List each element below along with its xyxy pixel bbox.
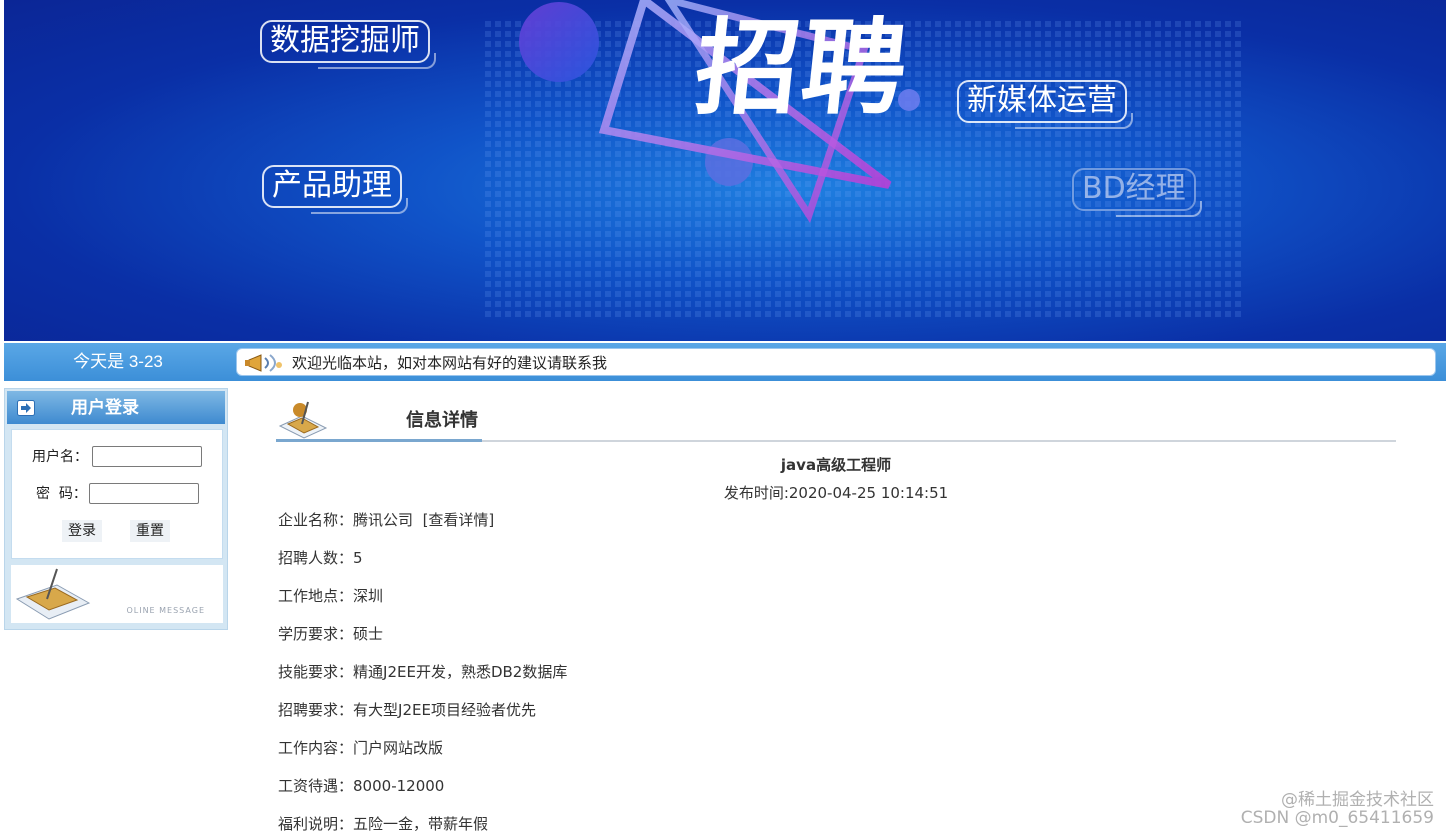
username-input[interactable] bbox=[92, 446, 202, 467]
password-input[interactable] bbox=[89, 483, 199, 504]
login-header: 用户登录 bbox=[7, 391, 225, 424]
detail-label: 学历要求： bbox=[278, 625, 354, 643]
recruitment-banner: 数据挖掘师 产品助理 新媒体运营 BD经理 招聘 bbox=[4, 0, 1446, 341]
job-detail-list: 企业名称：腾讯公司 [查看详情] 招聘人数：5 工作地点：深圳 学历要求：硕士 … bbox=[278, 510, 1378, 836]
detail-value: 8000-12000 bbox=[353, 777, 445, 795]
watermark: @稀土掘金技术社区 CSDN @m0_65411659 bbox=[1240, 791, 1434, 829]
message-board-banner[interactable]: OLINE MESSAGE bbox=[11, 565, 223, 623]
welcome-message: 欢迎光临本站，如对本网站有好的建议请联系我 bbox=[292, 354, 608, 372]
detail-value: 硕士 bbox=[353, 625, 384, 643]
notepad-icon bbox=[15, 568, 91, 620]
section-title: 信息详情 bbox=[406, 410, 478, 431]
password-row: 密 码： bbox=[12, 483, 224, 509]
login-panel: 用户登录 用户名： 密 码： 登录 重置 OLINE MESSAGE bbox=[4, 388, 228, 630]
banner-tag-bd-manager: BD经理 bbox=[1072, 168, 1202, 216]
detail-row-salary: 工资待遇：8000-12000 bbox=[278, 776, 1378, 814]
publish-time: 2020-04-25 10:14:51 bbox=[788, 484, 949, 502]
detail-label: 工作地点： bbox=[278, 587, 354, 605]
detail-row-location: 工作地点：深圳 bbox=[278, 586, 1378, 624]
notice-box: 欢迎光临本站，如对本网站有好的建议请联系我 bbox=[236, 348, 1436, 376]
detail-value: 有大型J2EE项目经验者优先 bbox=[353, 701, 536, 719]
detail-row-company: 企业名称：腾讯公司 [查看详情] bbox=[278, 510, 1378, 548]
banner-tag-product-assistant: 产品助理 bbox=[262, 165, 408, 213]
company-name: 腾讯公司 bbox=[353, 511, 414, 529]
login-button[interactable]: 登录 bbox=[62, 520, 102, 542]
message-board-caption: OLINE MESSAGE bbox=[126, 606, 205, 615]
username-label: 用户名： bbox=[32, 449, 88, 465]
detail-label: 福利说明： bbox=[278, 815, 354, 833]
detail-label: 工作内容： bbox=[278, 739, 354, 757]
detail-label: 招聘要求： bbox=[278, 701, 354, 719]
detail-value: 深圳 bbox=[353, 587, 384, 605]
banner-headline: 招聘 bbox=[689, 7, 915, 129]
username-row: 用户名： bbox=[12, 446, 224, 472]
notice-bar: 今天是 3-23 欢迎光临本站，如对本网站有好的建议请联系我 bbox=[4, 343, 1446, 381]
detail-value: 五险一金，带薪年假 bbox=[353, 815, 489, 833]
job-title: java高级工程师 bbox=[780, 456, 892, 474]
login-title: 用户登录 bbox=[71, 398, 139, 418]
detail-row-headcount: 招聘人数：5 bbox=[278, 548, 1378, 586]
detail-value: 精通J2EE开发，熟悉DB2数据库 bbox=[353, 663, 568, 681]
section-accent-line bbox=[276, 439, 482, 442]
detail-row-skills: 技能要求：精通J2EE开发，熟悉DB2数据库 bbox=[278, 662, 1378, 700]
notepad-icon bbox=[278, 401, 328, 439]
publish-time-row: 发布时间:2020-04-25 10:14:51 bbox=[276, 482, 1396, 503]
section-header: 信息详情 bbox=[276, 398, 1396, 442]
login-form: 用户名： 密 码： 登录 重置 bbox=[11, 429, 223, 559]
today-date: 今天是 3-23 bbox=[73, 352, 163, 371]
banner-tag-data-miner: 数据挖掘师 bbox=[260, 20, 437, 68]
detail-row-education: 学历要求：硕士 bbox=[278, 624, 1378, 662]
arrow-right-icon bbox=[17, 400, 35, 416]
view-company-details-link[interactable]: [查看详情] bbox=[423, 511, 495, 529]
password-label: 密 码： bbox=[36, 486, 87, 502]
detail-label: 招聘人数： bbox=[278, 549, 354, 567]
detail-label: 技能要求： bbox=[278, 663, 354, 681]
publish-label: 发布时间: bbox=[723, 484, 789, 502]
detail-row-benefits: 福利说明：五险一金，带薪年假 bbox=[278, 814, 1378, 836]
detail-value: 5 bbox=[353, 549, 363, 567]
detail-label: 工资待遇： bbox=[278, 777, 354, 795]
megaphone-icon bbox=[245, 354, 282, 372]
reset-button[interactable]: 重置 bbox=[130, 520, 170, 542]
banner-tag-new-media: 新媒体运营 bbox=[957, 80, 1134, 128]
watermark-line-2: CSDN @m0_65411659 bbox=[1240, 808, 1434, 829]
detail-row-requirements: 招聘要求：有大型J2EE项目经验者优先 bbox=[278, 700, 1378, 738]
company-label: 企业名称： bbox=[278, 511, 354, 529]
detail-row-duties: 工作内容：门户网站改版 bbox=[278, 738, 1378, 776]
detail-value: 门户网站改版 bbox=[353, 739, 444, 757]
